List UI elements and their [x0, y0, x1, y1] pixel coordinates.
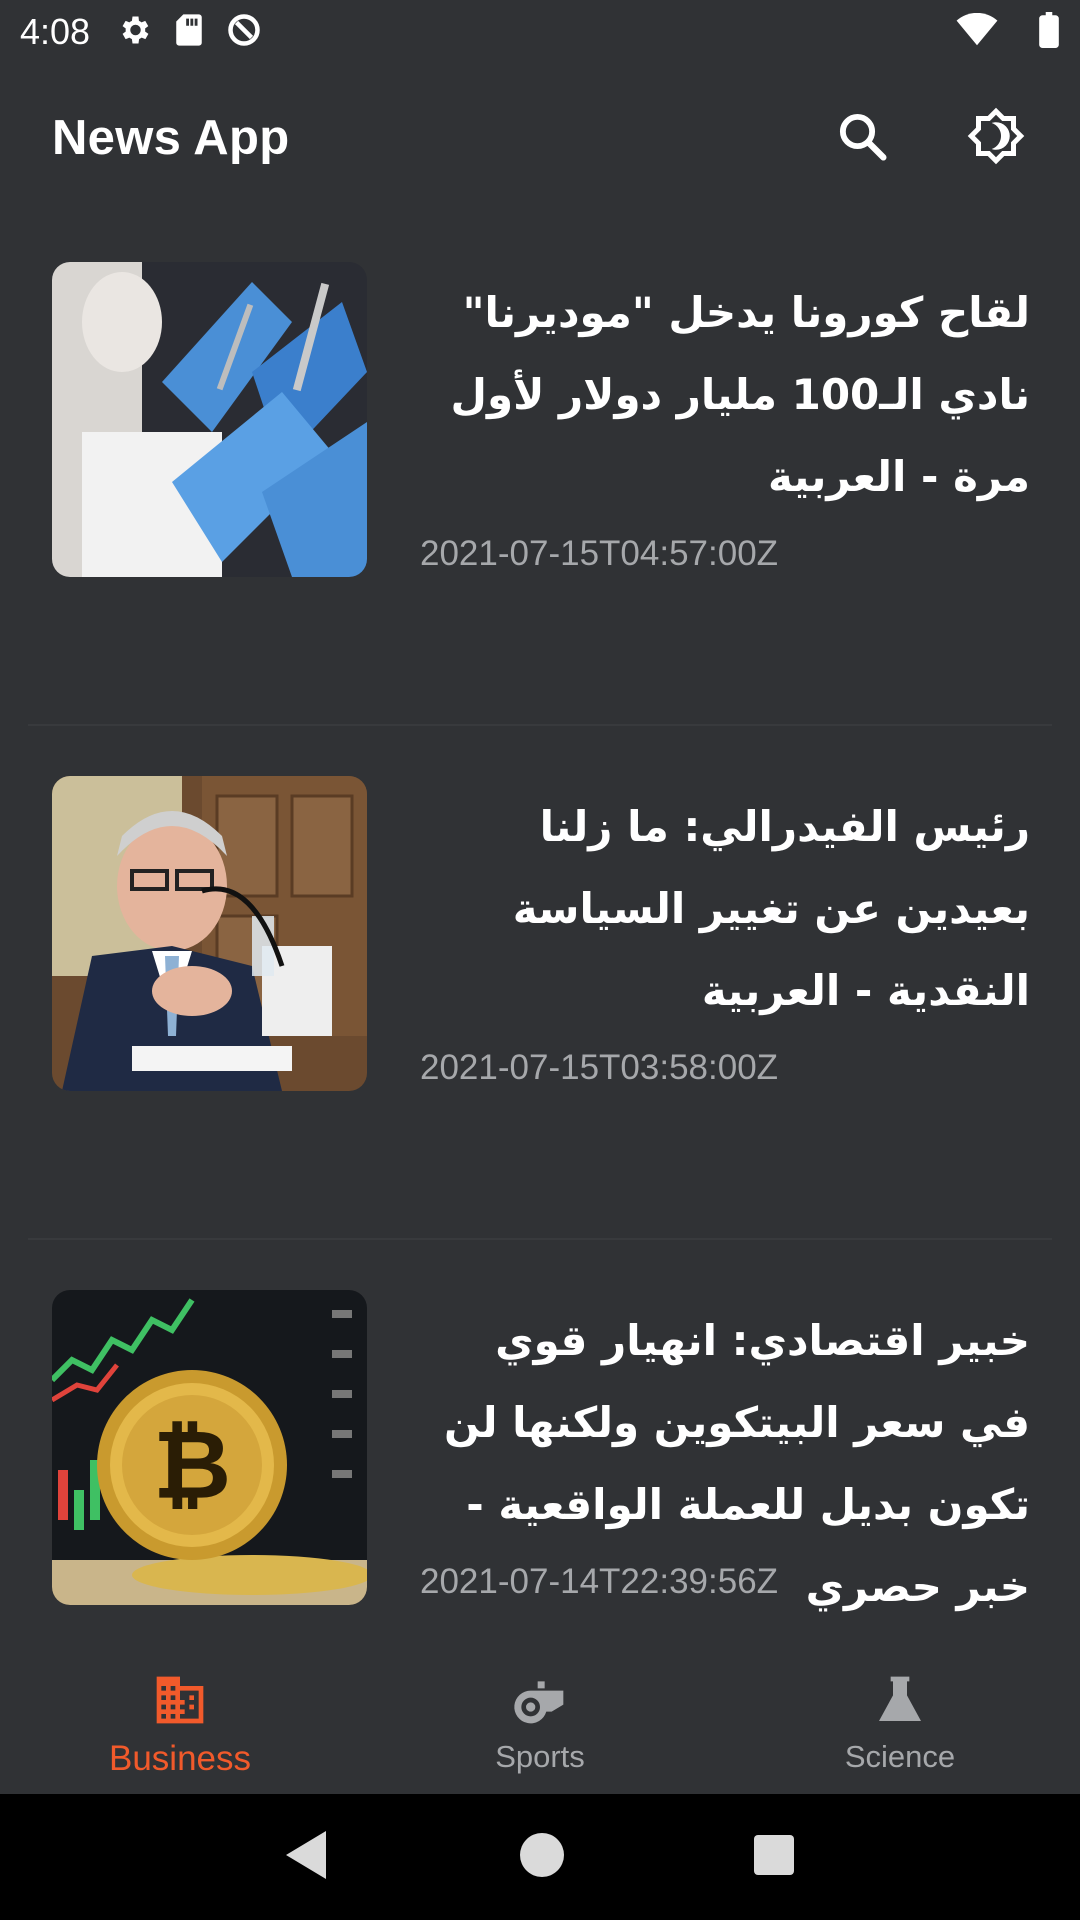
brightness-icon: [966, 106, 1026, 171]
bottom-navigation: Business Sports Science: [0, 1644, 1080, 1794]
article-date: 2021-07-15T04:57:00Z: [420, 534, 779, 573]
article-card[interactable]: رئيس الفيدرالي: ما زلنا بعيدين عن تغيير …: [0, 726, 1080, 1240]
article-image: [52, 262, 367, 577]
gear-icon: [116, 12, 152, 53]
article-card[interactable]: لقاح كورونا يدخل "موديرنا" نادي الـ100 م…: [0, 212, 1080, 726]
article-headline: رئيس الفيدرالي: ما زلنا بعيدين عن تغيير …: [512, 802, 1030, 1015]
article-date: 2021-07-14T22:39:56Z: [420, 1562, 779, 1601]
nav-item-business[interactable]: Business: [0, 1644, 360, 1794]
theme-toggle-button[interactable]: [964, 106, 1028, 170]
nav-item-science[interactable]: Science: [720, 1644, 1080, 1794]
sd-card-icon: [174, 13, 204, 52]
whistle-icon: [512, 1674, 568, 1731]
data-saver-icon: [226, 12, 262, 53]
status-time: 4:08: [20, 11, 91, 52]
nav-item-sports[interactable]: Sports: [360, 1644, 720, 1794]
nav-label: Sports: [495, 1739, 585, 1774]
building-icon: [152, 1674, 208, 1731]
article-date: 2021-07-15T03:58:00Z: [420, 1048, 779, 1087]
app-title: News App: [52, 111, 290, 165]
home-icon[interactable]: [520, 1832, 564, 1882]
search-icon: [835, 109, 889, 168]
app-bar: News App: [0, 64, 1080, 212]
article-image: [52, 776, 367, 1091]
article-list[interactable]: لقاح كورونا يدخل "موديرنا" نادي الـ100 م…: [0, 212, 1080, 1754]
search-button[interactable]: [830, 106, 894, 170]
article-image: ₿: [52, 1290, 367, 1605]
recents-icon[interactable]: [754, 1834, 794, 1880]
nav-label: Business: [108, 1739, 252, 1778]
back-icon[interactable]: [286, 1830, 330, 1884]
svg-text:₿: ₿: [153, 1409, 231, 1521]
article-headline: لقاح كورونا يدخل "موديرنا" نادي الـ100 م…: [450, 288, 1030, 501]
status-bar: 4:08: [0, 0, 1080, 64]
nav-label: Science: [844, 1739, 956, 1774]
wifi-icon: [956, 12, 998, 52]
system-navigation-bar: [0, 1794, 1080, 1920]
battery-icon: [1038, 11, 1060, 53]
flask-icon: [872, 1674, 928, 1731]
